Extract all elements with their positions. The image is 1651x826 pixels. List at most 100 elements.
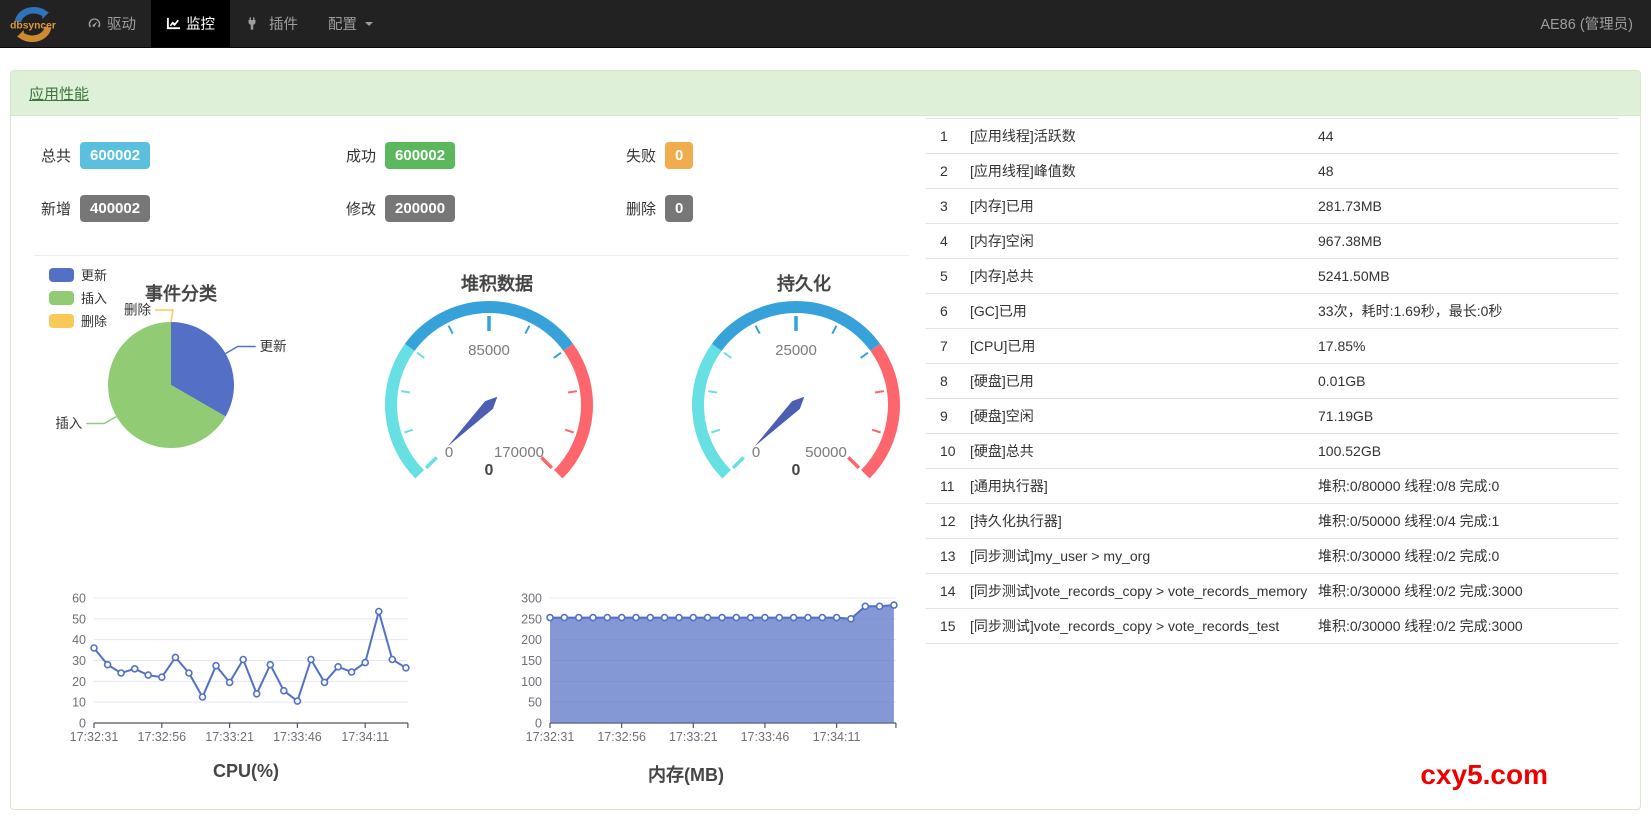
data-point <box>574 613 583 622</box>
brand-logo[interactable]: dbsyncer <box>0 0 64 47</box>
gauge-max-label: 170000 <box>494 444 544 461</box>
app-performance-link[interactable]: 应用性能 <box>29 83 89 104</box>
nav-item-label: 插件 <box>269 17 298 33</box>
data-point <box>171 653 180 662</box>
nav-menu: 驱动 监控 插件 配置 <box>72 0 388 47</box>
y-axis-label: 10 <box>72 696 86 710</box>
data-point <box>560 613 569 622</box>
divider <box>34 255 909 256</box>
row-index: 7 <box>940 338 948 354</box>
table-row: 4 [内存]空闲 967.38MB <box>926 224 1618 259</box>
gauge-arc <box>385 343 425 479</box>
memory-area-chart: 0 50 100 150 200 250 300 17:32:31 17:32:56 17:33:… <box>461 571 911 756</box>
data-point <box>818 613 827 622</box>
gauge-tick <box>524 325 531 335</box>
data-point <box>589 613 597 622</box>
stat-total: 总共 600002 <box>41 140 151 170</box>
data-point <box>703 613 712 622</box>
metric-value: 堆积:0/80000 线程:0/8 完成:0 <box>1318 478 1500 494</box>
gauge-needle <box>447 396 498 447</box>
data-point <box>293 697 302 705</box>
row-index: 15 <box>940 618 956 634</box>
data-point <box>660 613 669 622</box>
data-point <box>890 601 898 609</box>
gauge-mid-label: 25000 <box>775 342 817 359</box>
gauge-tick <box>424 456 438 470</box>
dashboard-icon <box>88 18 101 28</box>
table-row: 15 [同步测试]vote_records_copy > vote_records… <box>926 609 1618 644</box>
cpu-chart-title: CPU(%) <box>213 761 279 781</box>
stat-badge: 0 <box>665 141 694 169</box>
gauge-arc <box>860 343 900 479</box>
metric-name: [内存]总共 <box>970 268 1034 284</box>
x-axis-label: 17:33:21 <box>205 730 254 744</box>
data-point <box>689 613 698 622</box>
gauge-tick <box>400 390 411 394</box>
table-row: 10 [硬盘]总共 100.52GB <box>926 434 1618 469</box>
nav-item-driver[interactable]: 驱动 <box>72 0 151 47</box>
legend-item[interactable]: 插入 <box>49 291 107 306</box>
y-axis-label: 250 <box>521 612 542 626</box>
data-point <box>90 644 98 652</box>
metric-value: 71.19GB <box>1318 408 1374 424</box>
data-point <box>847 614 855 623</box>
legend-swatch <box>49 268 74 282</box>
row-index: 10 <box>940 443 956 459</box>
pie-slice-label: 删除 <box>124 303 151 318</box>
row-index: 9 <box>940 408 948 424</box>
x-axis-label: 17:32:31 <box>526 730 575 744</box>
pie-label-line <box>155 309 174 323</box>
data-point <box>212 661 220 670</box>
data-point <box>804 613 812 622</box>
x-axis-label: 17:33:46 <box>741 730 790 744</box>
y-axis-label: 100 <box>521 675 542 689</box>
nav-item-config[interactable]: 配置 <box>313 0 388 47</box>
data-point <box>746 613 755 622</box>
table-row: 5 [内存]总共 5241.50MB <box>926 259 1618 294</box>
metric-name: [同步测试]vote_records_copy > vote_records_t… <box>970 618 1280 634</box>
metric-name: [应用线程]峰值数 <box>970 163 1076 179</box>
x-axis-label: 17:34:11 <box>813 730 861 744</box>
x-axis-label: 17:32:56 <box>137 730 186 744</box>
data-point <box>832 613 841 622</box>
data-point <box>225 678 234 687</box>
metric-value: 堆积:0/30000 线程:0/2 完成:0 <box>1318 548 1500 564</box>
data-point <box>632 613 640 622</box>
metrics-table: 1 [应用线程]活跃数 44 2 [应用线程]峰值数 48 3 [内存]已用 281.73MB 4… <box>926 118 1618 644</box>
gauge-title: 持久化 <box>777 273 831 294</box>
gauge-tick <box>564 428 574 434</box>
nav-item-label: 监控 <box>186 17 215 33</box>
gauge-title: 堆积数据 <box>461 273 533 294</box>
panel-heading: 应用性能 <box>11 71 1640 116</box>
stat-update: 修改 200000 <box>346 193 456 223</box>
y-axis-label: 300 <box>521 592 542 606</box>
gauge-tick <box>553 351 562 359</box>
data-point <box>775 613 784 622</box>
gauge-arc <box>553 343 593 479</box>
cpu-line-chart: 0 10 20 30 40 50 60 17:32:31 17:32:56 17:33:21 17:… <box>26 571 466 756</box>
nav-item-plugin[interactable]: 插件 <box>230 0 313 47</box>
pie-label-line <box>86 415 117 425</box>
stat-label: 删除 <box>626 200 657 218</box>
gauge-detail-value: 0 <box>485 462 494 479</box>
pie-slice-label: 更新 <box>260 339 287 354</box>
legend-label: 删除 <box>81 314 107 329</box>
data-point <box>347 668 356 676</box>
data-point <box>198 693 207 701</box>
x-axis-label: 17:32:31 <box>70 730 119 744</box>
area-fill <box>550 605 894 723</box>
legend-item[interactable]: 删除 <box>49 314 107 329</box>
nav-item-monitor[interactable]: 监控 <box>151 0 230 47</box>
row-index: 4 <box>940 233 948 249</box>
gauge-tick <box>723 351 732 359</box>
stat-badge: 600002 <box>80 141 151 169</box>
data-point <box>875 602 884 611</box>
table-row: 11 [通用执行器] 堆积:0/80000 线程:0/8 完成:0 <box>926 469 1618 504</box>
row-index: 11 <box>940 478 955 494</box>
gauge-arc <box>692 343 732 479</box>
stat-badge: 200000 <box>385 194 456 222</box>
legend-item[interactable]: 更新 <box>49 268 107 283</box>
gauge-max-label: 50000 <box>805 444 847 461</box>
gauge-tick <box>847 456 861 470</box>
plug-icon <box>248 17 256 30</box>
